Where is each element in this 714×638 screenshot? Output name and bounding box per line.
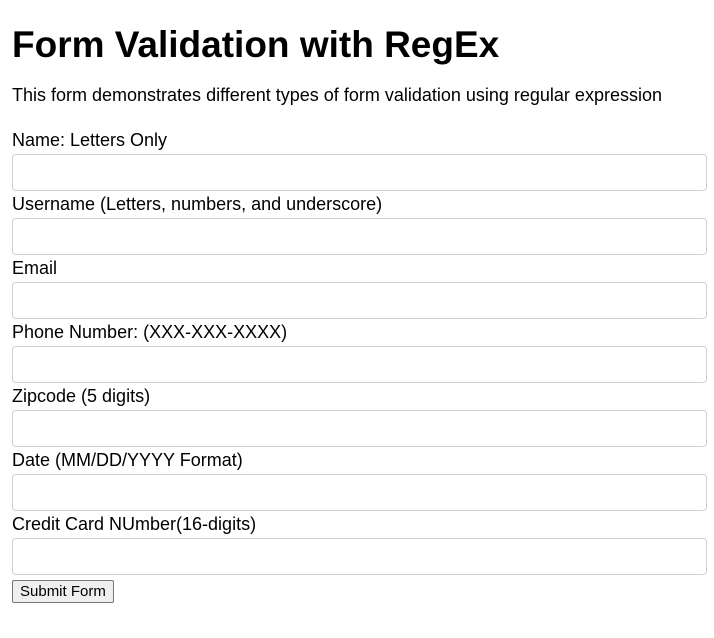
phone-field-group: Phone Number: (XXX-XXX-XXXX) [12, 322, 707, 386]
name-label: Name: Letters Only [12, 130, 168, 150]
page: Form Validation with RegEx This form dem… [0, 0, 714, 638]
credit-card-label: Credit Card NUmber(16-digits) [12, 514, 257, 534]
submit-form-button[interactable]: Submit Form [12, 580, 114, 603]
page-description: This form demonstrates different types o… [12, 85, 662, 105]
username-input[interactable] [12, 218, 707, 255]
email-field-group: Email [12, 258, 707, 322]
email-input[interactable] [12, 282, 707, 319]
page-title: Form Validation with RegEx [12, 24, 500, 65]
name-input[interactable] [12, 154, 707, 191]
zipcode-input[interactable] [12, 410, 707, 447]
phone-input[interactable] [12, 346, 707, 383]
email-label: Email [12, 258, 58, 278]
credit-card-field-group: Credit Card NUmber(16-digits) [12, 514, 707, 578]
name-field-group: Name: Letters Only [12, 130, 707, 194]
zipcode-field-group: Zipcode (5 digits) [12, 386, 707, 450]
zipcode-label: Zipcode (5 digits) [12, 386, 151, 406]
username-label: Username (Letters, numbers, and undersco… [12, 194, 383, 214]
date-field-group: Date (MM/DD/YYYY Format) [12, 450, 707, 514]
validation-form: Name: Letters Only Username (Letters, nu… [12, 130, 707, 603]
date-input[interactable] [12, 474, 707, 511]
phone-label: Phone Number: (XXX-XXX-XXXX) [12, 322, 288, 342]
username-field-group: Username (Letters, numbers, and undersco… [12, 194, 707, 258]
credit-card-input[interactable] [12, 538, 707, 575]
date-label: Date (MM/DD/YYYY Format) [12, 450, 243, 470]
